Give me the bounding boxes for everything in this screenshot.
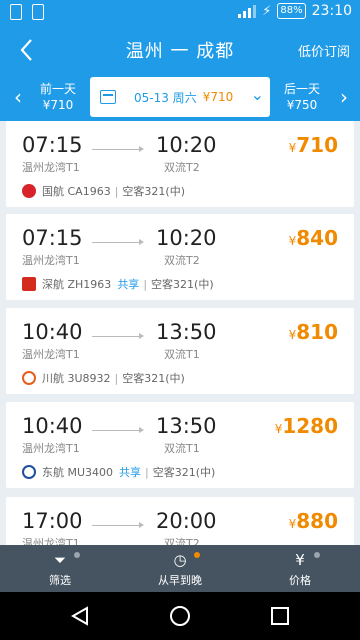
sort-price-label: 价格 (289, 574, 311, 587)
departure-airport: 温州龙湾T1 (22, 254, 80, 267)
clock-time: 23:10 (311, 3, 352, 19)
arrival-time: 13:50 (156, 414, 217, 438)
calendar-icon (100, 90, 116, 104)
aircraft-type: 空客321(中) (122, 372, 185, 385)
chevron-left-icon[interactable]: ‹ (14, 85, 22, 109)
arrival-airport: 双流T2 (164, 161, 200, 174)
departure-airport: 温州龙湾T1 (22, 348, 80, 361)
codeshare-badge: 共享 (119, 466, 142, 479)
flight-card[interactable]: 10:40 温州龙湾T1 13:50 双流T1 ¥810 川航 3U8932 |… (6, 308, 354, 394)
next-day-price: ¥750 (286, 98, 318, 112)
arrival-time: 10:20 (156, 226, 217, 250)
departure-airport: 温州龙湾T1 (22, 161, 80, 174)
departure-airport: 温州龙湾T1 (22, 442, 80, 455)
flight-card[interactable]: 07:15 温州龙湾T1 10:20 双流T2 ¥710 国航 CA1963 |… (6, 121, 354, 207)
flight-price: ¥840 (288, 226, 338, 250)
date-selector[interactable]: 05-13 周六 ¥710 ⌄ (90, 77, 270, 117)
filter-tab[interactable]: ⏷ 筛选 (0, 545, 120, 592)
flight-price: ¥1280 (274, 414, 338, 438)
airline-flight: 深航 ZH1963 (42, 278, 112, 291)
date-bar: ‹ 前一天 ¥710 05-13 周六 ¥710 ⌄ 后一天 ¥750 › (0, 75, 360, 121)
arrival-airport: 双流T2 (164, 537, 200, 545)
departure-time: 07:15 (22, 226, 83, 250)
sort-price-tab[interactable]: ¥ 价格 (240, 545, 360, 592)
next-day-label: 后一天 (283, 82, 320, 96)
flight-info: 川航 3U8932 | 空客321(中) (22, 370, 185, 386)
arrival-time: 10:20 (156, 133, 217, 157)
flight-info: 东航 MU3400 共享 | 空客321(中) (22, 464, 215, 480)
airline-flight: 国航 CA1963 (42, 185, 111, 198)
flight-list: 07:15 温州龙湾T1 10:20 双流T2 ¥710 国航 CA1963 |… (0, 121, 360, 545)
aircraft-type: 空客321(中) (152, 466, 216, 479)
airline-flight: 川航 3U8932 (42, 372, 111, 385)
flight-price: ¥710 (288, 133, 338, 157)
duration-arrow (92, 427, 144, 433)
status-bar: ⚡ 88% 23:10 (0, 0, 360, 25)
air-china-logo-icon (22, 184, 36, 198)
flight-card[interactable]: 17:00 温州龙湾T1 20:00 双流T2 ¥880 (6, 497, 354, 545)
nav-home-icon[interactable] (168, 604, 192, 628)
prev-day-price: ¥710 (42, 98, 74, 112)
departure-time: 10:40 (22, 414, 83, 438)
duration-arrow (92, 239, 144, 245)
indicator-dot (194, 552, 200, 558)
departure-time: 10:40 (22, 320, 83, 344)
flight-info: 深航 ZH1963 共享 | 空客321(中) (22, 276, 214, 292)
china-eastern-logo-icon (22, 465, 36, 479)
flight-info: 国航 CA1963 | 空客321(中) (22, 183, 185, 199)
sort-time-tab[interactable]: ◷ 从早到晚 (120, 545, 240, 592)
departure-time: 17:00 (22, 509, 83, 533)
selected-date: 05-13 周六 (134, 90, 197, 105)
battery-indicator: 88% (277, 3, 306, 19)
arrival-time: 13:50 (156, 320, 217, 344)
departure-time: 07:15 (22, 133, 83, 157)
indicator-dot (314, 552, 320, 558)
duration-arrow (92, 522, 144, 528)
charging-icon: ⚡ (262, 3, 272, 19)
shenzhen-airlines-logo-icon (22, 277, 36, 291)
arrival-airport: 双流T2 (164, 254, 200, 267)
flight-card[interactable]: 10:40 温州龙湾T1 13:50 双流T1 ¥1280 东航 MU3400 … (6, 402, 354, 488)
nav-back-icon[interactable] (68, 604, 92, 628)
sichuan-airlines-logo-icon (22, 371, 36, 385)
selected-date-price: ¥710 (202, 90, 234, 104)
departure-airport: 温州龙湾T1 (22, 537, 80, 545)
filter-icon: ⏷ (53, 551, 66, 569)
indicator-dot (74, 552, 80, 558)
flight-price: ¥880 (288, 509, 338, 533)
filter-label: 筛选 (49, 574, 71, 587)
duration-arrow (92, 333, 144, 339)
flight-price: ¥810 (288, 320, 338, 344)
prev-day-button[interactable]: 前一天 ¥710 (40, 81, 76, 113)
duration-arrow (92, 146, 144, 152)
next-day-button[interactable]: 后一天 ¥750 (284, 81, 320, 113)
arrival-airport: 双流T1 (164, 442, 200, 455)
chevron-down-icon: ⌄ (250, 85, 264, 104)
sort-time-label: 从早到晚 (158, 574, 202, 587)
codeshare-badge: 共享 (117, 278, 140, 291)
chevron-right-icon[interactable]: › (340, 85, 348, 109)
aircraft-type: 空客321(中) (122, 185, 186, 198)
arrival-time: 20:00 (156, 509, 217, 533)
airline-flight: 东航 MU3400 (42, 466, 114, 479)
notification-icon (10, 4, 22, 20)
flight-card[interactable]: 07:15 温州龙湾T1 10:20 双流T2 ¥840 深航 ZH1963 共… (6, 214, 354, 300)
arrival-airport: 双流T1 (164, 348, 200, 361)
yen-icon: ¥ (295, 551, 305, 569)
prev-day-label: 前一天 (40, 82, 77, 96)
clock-icon: ◷ (173, 551, 187, 569)
system-nav-bar (0, 592, 360, 640)
signal-icon (238, 4, 257, 18)
notification-icon (32, 4, 44, 20)
aircraft-type: 空客321(中) (151, 278, 214, 291)
subscribe-button[interactable]: 低价订阅 (298, 41, 350, 60)
header: 温州 一 成都 低价订阅 (0, 25, 360, 75)
nav-recents-icon[interactable] (268, 604, 292, 628)
filter-bar: ⏷ 筛选 ◷ 从早到晚 ¥ 价格 (0, 545, 360, 592)
